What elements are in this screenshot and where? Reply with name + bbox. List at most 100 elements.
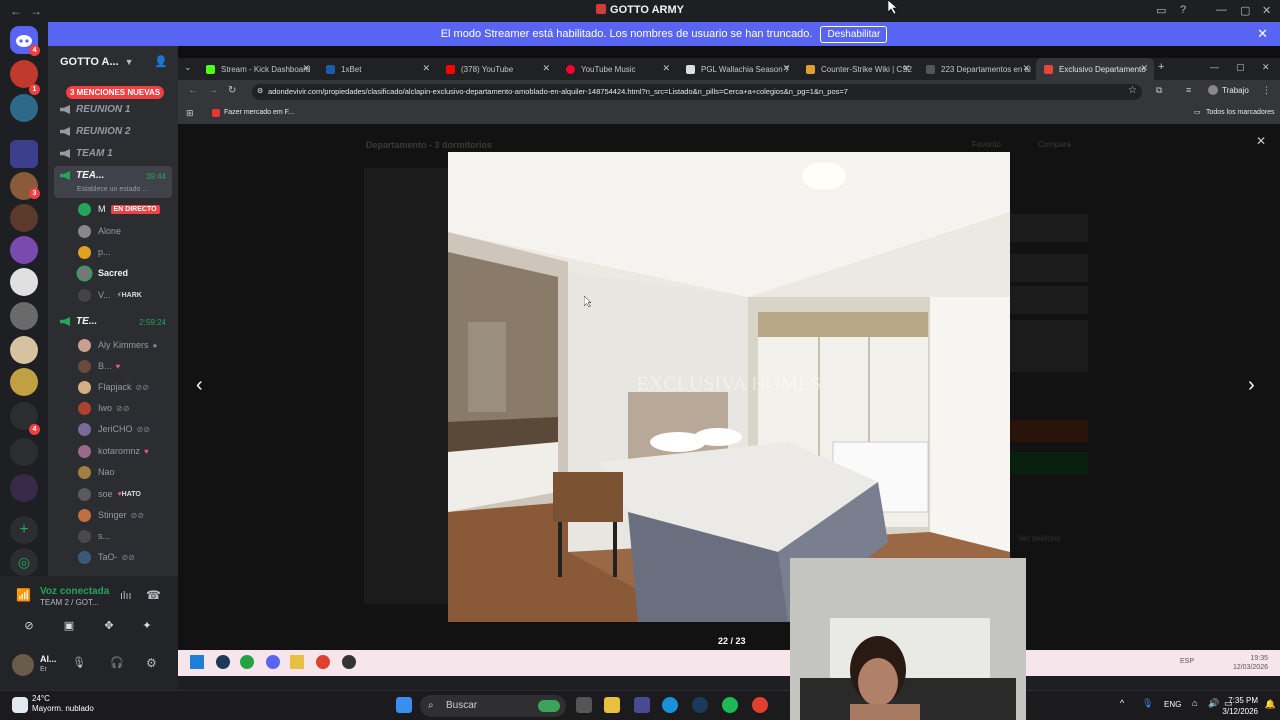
voice-user[interactable]: V... ⚡HARK	[78, 286, 142, 304]
taskbar-clock[interactable]: 7:35 PM 3/12/2026	[1222, 695, 1258, 717]
voice-user[interactable]: kotaromnz ♥	[78, 442, 149, 460]
noise-suppression-icon[interactable]: ılıı	[120, 590, 132, 602]
voice-user[interactable]: Flapjack ⊘⊘	[78, 378, 149, 396]
close-gallery-icon[interactable]: ✕	[1256, 134, 1266, 148]
store-icon[interactable]	[634, 697, 650, 713]
close-icon[interactable]: ✕	[1257, 26, 1268, 42]
favorite-link[interactable]: Favorito	[972, 140, 1001, 149]
disable-button[interactable]: Deshabilitar	[820, 25, 888, 43]
new-tab-icon[interactable]: +	[1158, 61, 1164, 73]
close-icon[interactable]: ✕	[422, 63, 430, 74]
tab[interactable]: 1xBet ✕	[318, 58, 436, 80]
home-button[interactable]: 4	[10, 26, 40, 56]
microphone-icon[interactable]: 🎙	[72, 656, 86, 669]
video-off-button[interactable]: ⊘	[16, 616, 42, 636]
tab[interactable]: (378) YouTube ✕	[438, 58, 556, 80]
voice-user[interactable]: s...⊘	[78, 527, 178, 545]
server-icon-8[interactable]	[10, 336, 38, 364]
back-icon[interactable]: ←	[188, 85, 198, 96]
add-server-icon[interactable]: +	[10, 516, 38, 544]
phone-link[interactable]: Ver teléfono	[1018, 534, 1061, 543]
headphones-icon[interactable]: 🎧	[110, 656, 124, 669]
profile-avatar[interactable]	[1208, 85, 1218, 95]
voice-status[interactable]: Voz conectada	[40, 586, 109, 597]
bookmark-item[interactable]: Fazer mercado em F...	[224, 109, 294, 116]
server-icon-5[interactable]	[10, 236, 38, 264]
help-icon[interactable]: ?	[1180, 4, 1186, 16]
voice-user[interactable]: Nao	[78, 463, 115, 481]
voice-user[interactable]: M EN DIRECTO	[78, 200, 160, 218]
reload-icon[interactable]: ↻	[228, 85, 236, 96]
file-explorer-icon[interactable]	[604, 697, 620, 713]
tab[interactable]: YouTube Music ✕	[558, 58, 676, 80]
voice-user[interactable]: TaO- ⊘⊘	[78, 548, 135, 566]
voice-channel[interactable]: REUNION 1	[60, 104, 130, 115]
tab-search-icon[interactable]: ⌄	[184, 62, 192, 73]
avatar[interactable]	[12, 654, 34, 676]
mentions-pill[interactable]: 3 MENCIONES NUEVAS	[66, 86, 165, 99]
voice-channel[interactable]: TE...	[60, 316, 97, 327]
profile-name[interactable]: Trabajo	[1222, 86, 1249, 95]
menu-icon[interactable]: ⋮	[1262, 85, 1271, 96]
tab[interactable]: Counter-Strike Wiki | CS2 ✕	[798, 58, 916, 80]
tab[interactable]: Stream - Kick Dashboard ✕	[198, 58, 316, 80]
voice-channel[interactable]: REUNION 2	[60, 126, 130, 137]
tab[interactable]: PGL Wallachia Season 7 ✕	[678, 58, 796, 80]
discord-icon[interactable]	[266, 655, 280, 669]
guild-header[interactable]: GOTTO A... ▼ 👤	[48, 46, 178, 78]
soundboard-button[interactable]: ✦	[134, 616, 160, 636]
close-icon[interactable]: ✕	[902, 63, 910, 74]
explore-icon[interactable]: ◎	[10, 548, 38, 576]
extensions-icon[interactable]: ⧉	[1156, 85, 1162, 96]
task-view-icon[interactable]	[576, 697, 592, 713]
steam-icon[interactable]	[692, 697, 708, 713]
next-photo-button[interactable]: ›	[1248, 374, 1255, 397]
microphone-icon[interactable]: 🎙	[1142, 698, 1153, 709]
voice-channel[interactable]: TEAM 1	[60, 148, 113, 159]
close-button[interactable]: ✕	[1262, 4, 1271, 17]
voice-channel-active[interactable]: TEA...	[60, 170, 104, 181]
voice-user[interactable]: Aly Kimmers ●	[78, 336, 157, 354]
whatsapp-icon[interactable]	[240, 655, 254, 669]
all-bookmarks[interactable]: Todos los marcadores	[1206, 109, 1274, 116]
screen-share-button[interactable]: ▣	[56, 616, 82, 636]
edge-icon[interactable]	[662, 697, 678, 713]
minimize-button[interactable]: —	[1216, 4, 1227, 16]
address-bar[interactable]: ⚙ adondevivir.com/propiedades/clasificado…	[252, 84, 1142, 100]
maximize-button[interactable]: ▢	[1236, 62, 1245, 73]
voice-user[interactable]: JeriCHO ⊘⊘	[78, 420, 150, 438]
weather-icon[interactable]	[12, 697, 28, 713]
voice-user[interactable]: Alone	[78, 222, 121, 240]
notifications-icon[interactable]: 🔔	[1265, 699, 1276, 710]
server-icon-2[interactable]	[10, 94, 38, 122]
obs-icon[interactable]	[342, 655, 356, 669]
channel-status[interactable]: Establece un estado ...	[77, 186, 148, 193]
input-language[interactable]: ESP	[1180, 658, 1194, 665]
close-button[interactable]: ✕	[1262, 62, 1270, 73]
close-icon[interactable]: ✕	[782, 63, 790, 74]
server-icon-6[interactable]	[10, 268, 38, 296]
server-icon-7[interactable]	[10, 302, 38, 330]
voice-user[interactable]: p...	[78, 243, 111, 261]
maximize-button[interactable]: ▢	[1240, 4, 1250, 17]
server-icon-4[interactable]	[10, 204, 38, 232]
close-icon[interactable]: ✕	[662, 63, 670, 74]
activities-button[interactable]: ✥	[96, 616, 122, 636]
compare-link[interactable]: Compara	[1038, 140, 1071, 149]
prev-photo-button[interactable]: ‹	[196, 374, 203, 397]
server-icon-11[interactable]	[10, 438, 38, 466]
weather-widget[interactable]: 24°C Mayorm. nublado	[32, 694, 94, 714]
inbox-icon[interactable]: ▭	[1156, 4, 1166, 17]
start-icon[interactable]	[396, 697, 412, 713]
input-language[interactable]: ENG	[1164, 700, 1181, 709]
tab[interactable]: 223 Departamentos en al ✕	[918, 58, 1036, 80]
voice-user[interactable]: soe ♥HATO	[78, 485, 141, 503]
star-icon[interactable]: ☆	[1128, 85, 1137, 96]
disconnect-icon[interactable]: ☎	[146, 588, 161, 602]
server-icon-9[interactable]	[10, 368, 38, 396]
chrome-icon[interactable]	[752, 697, 768, 713]
chrome-icon[interactable]	[316, 655, 330, 669]
voice-user[interactable]: Stinger ⊘⊘	[78, 506, 144, 524]
tray-overflow-icon[interactable]: ^	[1120, 698, 1124, 708]
folder-icon[interactable]	[10, 140, 38, 168]
